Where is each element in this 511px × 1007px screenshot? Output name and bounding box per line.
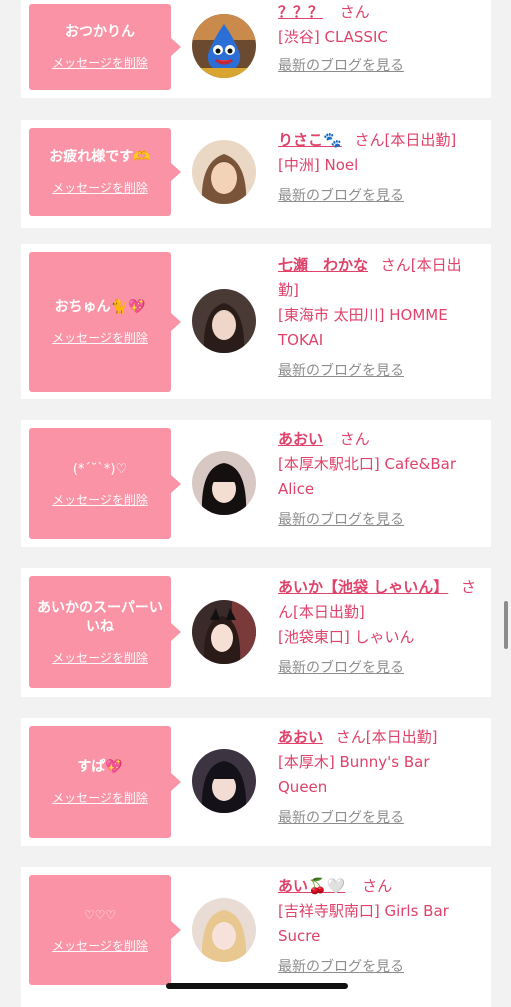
message-text: おちゅん🐈💖 bbox=[54, 299, 146, 315]
shop-name: [中洲] Noel bbox=[278, 156, 359, 174]
cast-info: ？？？ さん [渋谷] CLASSIC 最新のブログを見る bbox=[278, 0, 478, 79]
cast-name-link[interactable]: 七瀬 わかな bbox=[278, 256, 368, 274]
latest-blog-link[interactable]: 最新のブログを見る bbox=[278, 806, 404, 831]
cast-name-link[interactable]: あおい bbox=[278, 430, 323, 448]
shop-name: [本厚木] Bunny's Bar Queen bbox=[278, 753, 430, 796]
message-bubble: おつかりん メッセージを削除 bbox=[29, 4, 181, 90]
message-card: あいかのスーパーいいね メッセージを削除 あいか【池袋 しゃいん】 さん[本日出… bbox=[21, 568, 491, 697]
message-card: (*´˘`*)♡ メッセージを削除 あおい さん [本厚木駅北口] Cafe&B… bbox=[21, 420, 491, 547]
message-card: おちゅん🐈💖 メッセージを削除 七瀬 わかな さん[本日出勤] [東海市 太田川… bbox=[21, 244, 491, 399]
message-bubble: ♡♡♡ メッセージを削除 bbox=[29, 875, 181, 985]
avatar[interactable] bbox=[192, 600, 256, 664]
message-card: すぱ💖 メッセージを削除 あおい さん[本日出勤] [本厚木] Bunny's … bbox=[21, 718, 491, 846]
cast-info: 七瀬 わかな さん[本日出勤] [東海市 太田川] HOMME TOKAI 最新… bbox=[278, 253, 478, 384]
message-text: (*´˘`*)♡ bbox=[72, 461, 128, 477]
shop-name: [東海市 太田川] HOMME TOKAI bbox=[278, 306, 448, 349]
latest-blog-link[interactable]: 最新のブログを見る bbox=[278, 656, 404, 681]
message-text: すぱ💖 bbox=[77, 759, 123, 775]
avatar[interactable] bbox=[192, 898, 256, 962]
message-card: お疲れ様です🫶 メッセージを削除 りさこ🐾 さん[本日出勤] [中洲] Noel… bbox=[21, 120, 491, 228]
message-text: ♡♡♡ bbox=[83, 908, 117, 922]
avatar[interactable] bbox=[192, 140, 256, 204]
cast-info: あおい さん[本日出勤] [本厚木] Bunny's Bar Queen 最新の… bbox=[278, 725, 478, 831]
cast-name-link[interactable]: あおい bbox=[278, 728, 323, 746]
cast-suffix: さん bbox=[362, 877, 393, 895]
shop-name: [本厚木駅北口] Cafe&Bar Alice bbox=[278, 455, 456, 498]
cast-info: あい🍒🤍 さん [吉祥寺駅南口] Girls Bar Sucre 最新のブログを… bbox=[278, 874, 478, 980]
delete-message-link[interactable]: メッセージを削除 bbox=[52, 54, 148, 71]
avatar[interactable] bbox=[192, 14, 256, 78]
delete-message-link[interactable]: メッセージを削除 bbox=[52, 179, 148, 196]
cast-name-link[interactable]: りさこ🐾 bbox=[278, 131, 342, 149]
message-bubble: あいかのスーパーいいね メッセージを削除 bbox=[29, 576, 181, 688]
message-bubble: (*´˘`*)♡ メッセージを削除 bbox=[29, 428, 181, 539]
cast-info: りさこ🐾 さん[本日出勤] [中洲] Noel 最新のブログを見る bbox=[278, 128, 478, 209]
girl-avatar-icon bbox=[192, 451, 256, 515]
delete-message-link[interactable]: メッセージを削除 bbox=[52, 491, 148, 508]
cast-suffix: さん[本日出勤] bbox=[335, 728, 438, 746]
cast-name-link[interactable]: あいか【池袋 しゃいん】 bbox=[278, 578, 448, 596]
girl-avatar-icon bbox=[192, 140, 256, 204]
girl-avatar-icon bbox=[192, 749, 256, 813]
shop-name: [渋谷] CLASSIC bbox=[278, 28, 388, 46]
delete-message-link[interactable]: メッセージを削除 bbox=[52, 937, 148, 954]
slime-avatar-icon bbox=[192, 14, 256, 78]
girl-avatar-icon bbox=[192, 600, 256, 664]
girl-avatar-icon bbox=[192, 289, 256, 353]
message-text: おつかりん bbox=[65, 24, 135, 40]
message-bubble: お疲れ様です🫶 メッセージを削除 bbox=[29, 128, 181, 216]
shop-name: [池袋東口] しゃいん bbox=[278, 628, 415, 646]
girl-avatar-icon bbox=[192, 898, 256, 962]
cast-name-link[interactable]: あい🍒🤍 bbox=[278, 877, 345, 895]
latest-blog-link[interactable]: 最新のブログを見る bbox=[278, 184, 404, 209]
cast-name-link[interactable]: ？？？ bbox=[278, 3, 323, 21]
cast-info: あおい さん [本厚木駅北口] Cafe&Bar Alice 最新のブログを見る bbox=[278, 427, 478, 533]
avatar[interactable] bbox=[192, 289, 256, 353]
delete-message-link[interactable]: メッセージを削除 bbox=[52, 649, 148, 666]
cast-info: あいか【池袋 しゃいん】 さん[本日出勤] [池袋東口] しゃいん 最新のブログ… bbox=[278, 575, 478, 681]
home-indicator[interactable] bbox=[166, 983, 348, 989]
latest-blog-link[interactable]: 最新のブログを見る bbox=[278, 359, 404, 384]
delete-message-link[interactable]: メッセージを削除 bbox=[52, 329, 148, 346]
latest-blog-link[interactable]: 最新のブログを見る bbox=[278, 955, 404, 980]
scrollbar[interactable] bbox=[504, 601, 508, 649]
cast-suffix: さん bbox=[339, 3, 370, 21]
message-text: お疲れ様です🫶 bbox=[49, 149, 151, 165]
cast-suffix: さん[本日出勤] bbox=[354, 131, 457, 149]
cast-suffix: さん bbox=[339, 430, 370, 448]
avatar[interactable] bbox=[192, 451, 256, 515]
message-text: あいかのスーパーいいね bbox=[37, 599, 163, 635]
avatar[interactable] bbox=[192, 749, 256, 813]
message-bubble: すぱ💖 メッセージを削除 bbox=[29, 726, 181, 838]
message-bubble: おちゅん🐈💖 メッセージを削除 bbox=[29, 252, 181, 392]
message-card: おつかりん メッセージを削除 ？？？ さん [渋谷] CLASSIC 最新のブロ… bbox=[21, 0, 491, 98]
latest-blog-link[interactable]: 最新のブログを見る bbox=[278, 508, 404, 533]
latest-blog-link[interactable]: 最新のブログを見る bbox=[278, 54, 404, 79]
shop-name: [吉祥寺駅南口] Girls Bar Sucre bbox=[278, 902, 449, 945]
delete-message-link[interactable]: メッセージを削除 bbox=[52, 789, 148, 806]
